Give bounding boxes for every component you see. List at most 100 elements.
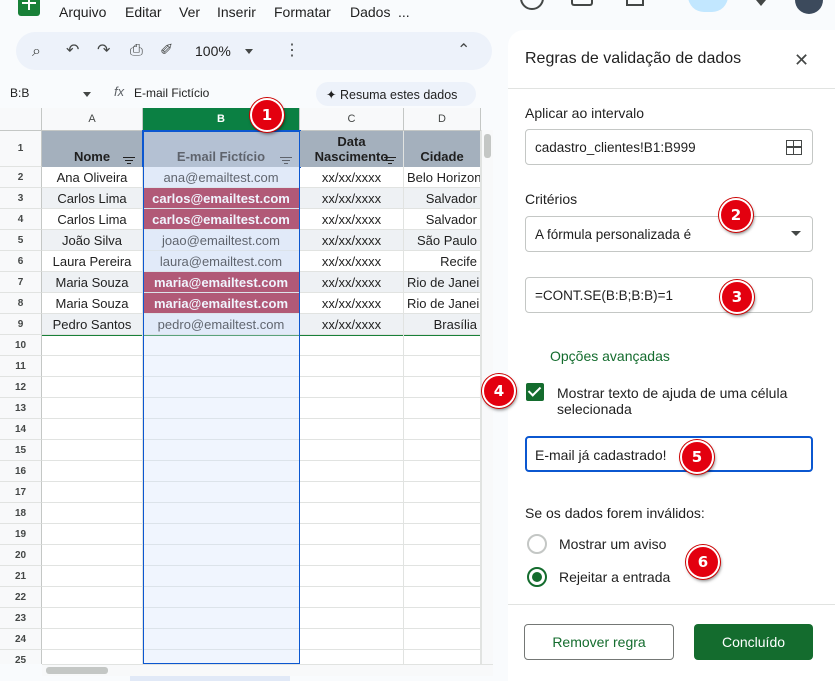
table-cell[interactable]: carlos@emailtest.com	[143, 188, 300, 209]
empty-cell[interactable]	[300, 524, 404, 545]
empty-cell[interactable]	[300, 398, 404, 419]
empty-cell[interactable]	[143, 335, 300, 356]
empty-cell[interactable]	[404, 608, 481, 629]
empty-cell[interactable]	[300, 335, 404, 356]
empty-cell[interactable]	[42, 587, 143, 608]
menu-ver[interactable]: Ver	[179, 4, 200, 20]
row-header[interactable]: 1	[0, 131, 42, 167]
row-header[interactable]: 24	[0, 629, 42, 650]
table-cell[interactable]: maria@emailtest.com	[143, 293, 300, 314]
row-header[interactable]: 16	[0, 461, 42, 482]
chevron-down-icon[interactable]	[791, 231, 801, 236]
summarize-button[interactable]: ✦ Resuma estes dados	[316, 82, 476, 106]
table-cell[interactable]: São Paulo	[404, 230, 481, 251]
empty-cell[interactable]	[42, 482, 143, 503]
table-cell[interactable]: ana@emailtest.com	[143, 167, 300, 188]
empty-cell[interactable]	[42, 419, 143, 440]
table-cell[interactable]: Salvador	[404, 188, 481, 209]
close-icon[interactable]: ✕	[794, 50, 809, 71]
empty-cell[interactable]	[42, 629, 143, 650]
row-header[interactable]: 11	[0, 356, 42, 377]
empty-cell[interactable]	[143, 524, 300, 545]
table-cell[interactable]: Recife	[404, 251, 481, 272]
horizontal-scroll-thumb[interactable]	[46, 667, 108, 674]
table-cell[interactable]: xx/xx/xxxx	[300, 272, 404, 293]
empty-cell[interactable]	[143, 482, 300, 503]
empty-cell[interactable]	[404, 587, 481, 608]
row-header[interactable]: 10	[0, 335, 42, 356]
empty-cell[interactable]	[42, 545, 143, 566]
table-cell[interactable]: João Silva	[42, 230, 143, 251]
print-icon[interactable]: ⎙	[130, 41, 143, 61]
select-all-corner[interactable]	[0, 108, 42, 131]
table-cell[interactable]: xx/xx/xxxx	[300, 188, 404, 209]
range-input[interactable]: cadastro_clientes!B1:B999	[525, 129, 813, 165]
row-header[interactable]: 20	[0, 545, 42, 566]
criteria-select[interactable]: A fórmula personalizada é	[525, 216, 813, 252]
search-icon[interactable]: ⌕	[32, 42, 41, 62]
table-cell[interactable]: xx/xx/xxxx	[300, 251, 404, 272]
select-range-grid-icon[interactable]	[786, 140, 802, 155]
row-header[interactable]: 17	[0, 482, 42, 503]
table-cell[interactable]: Carlos Lima	[42, 209, 143, 230]
empty-cell[interactable]	[404, 545, 481, 566]
empty-cell[interactable]	[300, 440, 404, 461]
empty-cell[interactable]	[42, 398, 143, 419]
table-cell[interactable]: joao@emailtest.com	[143, 230, 300, 251]
empty-cell[interactable]	[404, 629, 481, 650]
meet-icon[interactable]	[626, 0, 644, 6]
empty-cell[interactable]	[42, 461, 143, 482]
row-header[interactable]: 12	[0, 377, 42, 398]
empty-cell[interactable]	[404, 356, 481, 377]
zoom-select[interactable]: 100%	[195, 43, 231, 59]
filter-icon[interactable]	[123, 155, 135, 164]
empty-cell[interactable]	[404, 440, 481, 461]
table-cell[interactable]: xx/xx/xxxx	[300, 230, 404, 251]
row-header[interactable]: 7	[0, 272, 42, 293]
empty-cell[interactable]	[42, 377, 143, 398]
empty-cell[interactable]	[404, 524, 481, 545]
empty-cell[interactable]	[300, 545, 404, 566]
empty-cell[interactable]	[143, 587, 300, 608]
empty-cell[interactable]	[143, 566, 300, 587]
empty-cell[interactable]	[143, 629, 300, 650]
empty-cell[interactable]	[404, 503, 481, 524]
share-dropdown-icon[interactable]	[756, 0, 766, 6]
filter-icon[interactable]	[384, 155, 396, 164]
radio-reject-input[interactable]	[527, 567, 547, 587]
spreadsheet-grid[interactable]: A B C D 1 2 3 4 5 6 7 8 9 10 11 12 13 14 15 16 17 18 19 20 2…	[0, 108, 481, 664]
table-cell[interactable]: Belo Horizonte	[404, 167, 481, 188]
paint-format-icon[interactable]: ✐	[160, 41, 173, 61]
help-text-input[interactable]: E-mail já cadastrado!	[525, 436, 813, 472]
name-box-dropdown-icon[interactable]	[83, 92, 91, 97]
table-cell[interactable]: Brasília	[404, 314, 481, 335]
sheet-tab[interactable]	[130, 676, 290, 681]
menu-inserir[interactable]: Inserir	[217, 4, 256, 20]
row-header[interactable]: 23	[0, 608, 42, 629]
row-header[interactable]: 25	[0, 650, 42, 664]
empty-cell[interactable]	[143, 461, 300, 482]
menu-formatar[interactable]: Formatar	[274, 4, 331, 20]
avatar[interactable]	[795, 0, 823, 14]
empty-cell[interactable]	[404, 419, 481, 440]
table-cell[interactable]: Maria Souza	[42, 293, 143, 314]
menu-arquivo[interactable]: Arquivo	[59, 4, 106, 20]
table-cell[interactable]: laura@emailtest.com	[143, 251, 300, 272]
column-header-a[interactable]: A	[42, 108, 143, 131]
empty-cell[interactable]	[42, 335, 143, 356]
table-cell[interactable]: Rio de Janeiro	[404, 272, 481, 293]
table-cell[interactable]: maria@emailtest.com	[143, 272, 300, 293]
empty-cell[interactable]	[42, 566, 143, 587]
row-header[interactable]: 13	[0, 398, 42, 419]
empty-cell[interactable]	[143, 503, 300, 524]
row-header[interactable]: 22	[0, 587, 42, 608]
remove-rule-button[interactable]: Remover regra	[524, 624, 674, 660]
empty-cell[interactable]	[42, 650, 143, 664]
empty-cell[interactable]	[300, 629, 404, 650]
row-header[interactable]: 6	[0, 251, 42, 272]
horizontal-scrollbar[interactable]	[42, 664, 493, 676]
row-header[interactable]: 21	[0, 566, 42, 587]
sheets-logo-icon[interactable]	[18, 0, 40, 16]
header-cell[interactable]: E-mail Fictício	[142, 130, 301, 168]
formula-input[interactable]: E-mail Fictício	[134, 86, 209, 100]
